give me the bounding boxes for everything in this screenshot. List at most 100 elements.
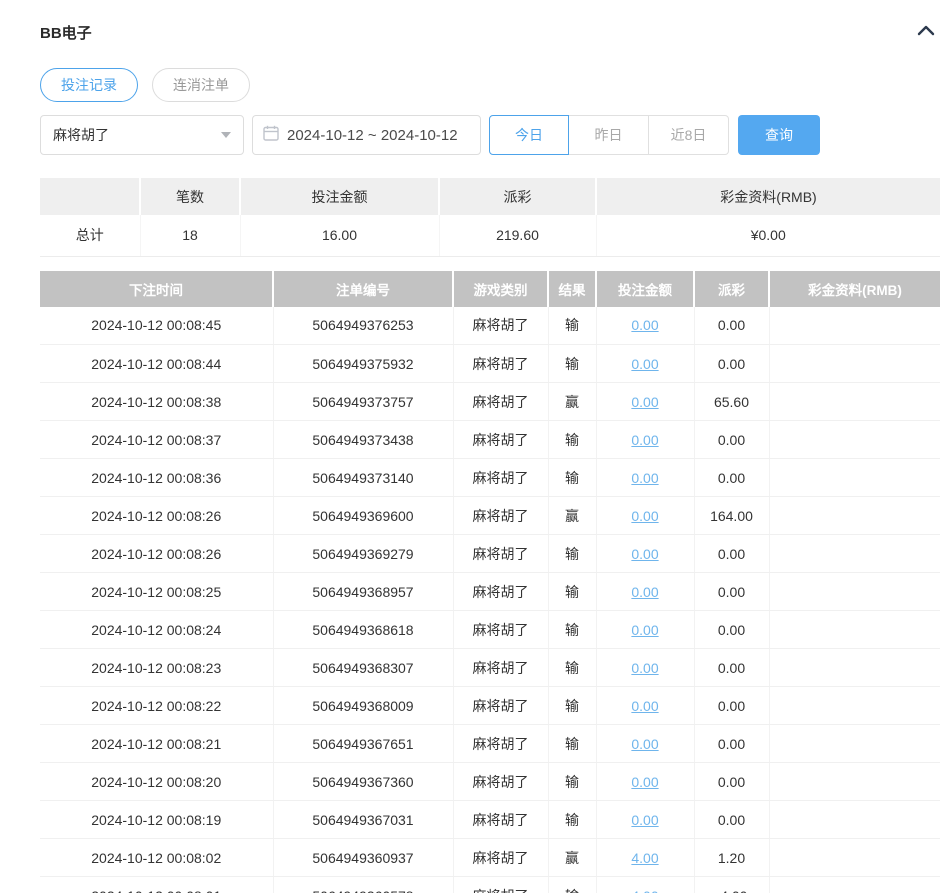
record-payout: -4.00 xyxy=(694,876,770,893)
record-bet-link[interactable]: 0.00 xyxy=(631,584,658,600)
record-time: 2024-10-12 00:08:24 xyxy=(40,610,274,649)
record-bonus xyxy=(769,382,940,421)
record-order-no: 5064949360578 xyxy=(273,876,454,893)
records-header-time: 下注时间 xyxy=(40,270,274,307)
record-bet-link[interactable]: 0.00 xyxy=(631,546,658,562)
record-bet-cell: 0.00 xyxy=(596,458,695,497)
record-order-no: 5064949373438 xyxy=(273,420,454,459)
record-payout: 0.00 xyxy=(694,762,770,801)
date-range-input[interactable]: 2024-10-12 ~ 2024-10-12 xyxy=(252,115,481,155)
records-header-row: 下注时间 注单编号 游戏类别 结果 投注金额 派彩 彩金资料(RMB) xyxy=(40,270,940,307)
summary-header-bet-amount: 投注金额 xyxy=(240,178,440,215)
record-row: 2024-10-12 00:08:21 5064949367651 麻将胡了 输… xyxy=(40,724,940,763)
record-payout: 0.00 xyxy=(694,534,770,573)
record-time: 2024-10-12 00:08:19 xyxy=(40,800,274,839)
record-type-tabs: 投注记录 连消注单 xyxy=(40,68,940,102)
record-row: 2024-10-12 00:08:01 5064949360578 麻将胡了 输… xyxy=(40,876,940,893)
record-bonus xyxy=(769,648,940,687)
record-game: 麻将胡了 xyxy=(453,382,549,421)
record-bet-link[interactable]: 4.00 xyxy=(631,850,658,866)
summary-total-label: 总计 xyxy=(40,215,141,257)
record-time: 2024-10-12 00:08:20 xyxy=(40,762,274,801)
record-row: 2024-10-12 00:08:36 5064949373140 麻将胡了 输… xyxy=(40,458,940,497)
record-time: 2024-10-12 00:08:02 xyxy=(40,838,274,877)
summary-total-row: 总计 18 16.00 219.60 ¥0.00 xyxy=(40,215,940,257)
summary-header-blank xyxy=(40,178,141,215)
record-bonus xyxy=(769,496,940,535)
range-today-button[interactable]: 今日 xyxy=(489,115,569,155)
record-bet-link[interactable]: 0.00 xyxy=(631,660,658,676)
record-order-no: 5064949360937 xyxy=(273,838,454,877)
record-bet-link[interactable]: 0.00 xyxy=(631,736,658,752)
record-bet-link[interactable]: 4.00 xyxy=(631,888,658,893)
record-time: 2024-10-12 00:08:21 xyxy=(40,724,274,763)
record-game: 麻将胡了 xyxy=(453,762,549,801)
record-order-no: 5064949368307 xyxy=(273,648,454,687)
record-order-no: 5064949369600 xyxy=(273,496,454,535)
record-bet-cell: 0.00 xyxy=(596,724,695,763)
record-order-no: 5064949373757 xyxy=(273,382,454,421)
record-bet-link[interactable]: 0.00 xyxy=(631,508,658,524)
summary-table: 笔数 投注金额 派彩 彩金资料(RMB) 总计 18 16.00 219.60 … xyxy=(40,178,940,257)
query-button[interactable]: 查询 xyxy=(738,115,820,155)
range-last8days-button[interactable]: 近8日 xyxy=(649,115,729,155)
tab-bet-records[interactable]: 投注记录 xyxy=(40,68,138,102)
collapse-panel-button[interactable] xyxy=(914,20,938,44)
record-result: 赢 xyxy=(548,382,597,421)
record-order-no: 5064949376253 xyxy=(273,306,454,345)
record-bonus xyxy=(769,420,940,459)
record-bet-link[interactable]: 0.00 xyxy=(631,394,658,410)
chevron-up-icon xyxy=(917,23,935,41)
range-today-label: 今日 xyxy=(515,127,543,143)
record-game: 麻将胡了 xyxy=(453,306,549,345)
record-bet-link[interactable]: 0.00 xyxy=(631,432,658,448)
record-game: 麻将胡了 xyxy=(453,724,549,763)
record-time: 2024-10-12 00:08:23 xyxy=(40,648,274,687)
panel-title: BB电子 xyxy=(40,24,92,42)
record-row: 2024-10-12 00:08:02 5064949360937 麻将胡了 赢… xyxy=(40,838,940,877)
record-bet-link[interactable]: 0.00 xyxy=(631,470,658,486)
record-order-no: 5064949367031 xyxy=(273,800,454,839)
records-header-bet: 投注金额 xyxy=(596,270,695,307)
records-header-order-no: 注单编号 xyxy=(273,270,454,307)
record-bet-link[interactable]: 0.00 xyxy=(631,774,658,790)
record-payout: 65.60 xyxy=(694,382,770,421)
record-bet-link[interactable]: 0.00 xyxy=(631,698,658,714)
panel-header: BB电子 xyxy=(40,0,940,44)
record-result: 输 xyxy=(548,534,597,573)
records-header-payout: 派彩 xyxy=(694,270,770,307)
record-row: 2024-10-12 00:08:20 5064949367360 麻将胡了 输… xyxy=(40,762,940,801)
record-row: 2024-10-12 00:08:38 5064949373757 麻将胡了 赢… xyxy=(40,382,940,421)
summary-header-bonus: 彩金资料(RMB) xyxy=(596,178,940,215)
record-time: 2024-10-12 00:08:01 xyxy=(40,876,274,893)
record-bet-cell: 0.00 xyxy=(596,762,695,801)
record-bonus xyxy=(769,686,940,725)
record-result: 输 xyxy=(548,762,597,801)
record-bet-cell: 0.00 xyxy=(596,648,695,687)
record-result: 输 xyxy=(548,458,597,497)
record-result: 输 xyxy=(548,420,597,459)
game-select[interactable]: 麻将胡了 xyxy=(40,115,244,155)
chevron-down-icon xyxy=(221,132,231,138)
record-game: 麻将胡了 xyxy=(453,496,549,535)
range-last8days-label: 近8日 xyxy=(670,127,707,143)
record-game: 麻将胡了 xyxy=(453,800,549,839)
record-bet-cell: 0.00 xyxy=(596,534,695,573)
record-payout: 0.00 xyxy=(694,572,770,611)
tab-cancelled-orders[interactable]: 连消注单 xyxy=(152,68,250,102)
record-bet-link[interactable]: 0.00 xyxy=(631,622,658,638)
record-bet-link[interactable]: 0.00 xyxy=(631,317,658,333)
record-bonus xyxy=(769,534,940,573)
record-bet-link[interactable]: 0.00 xyxy=(631,812,658,828)
record-result: 输 xyxy=(548,572,597,611)
record-row: 2024-10-12 00:08:26 5064949369279 麻将胡了 输… xyxy=(40,534,940,573)
record-row: 2024-10-12 00:08:19 5064949367031 麻将胡了 输… xyxy=(40,800,940,839)
record-result: 输 xyxy=(548,686,597,725)
range-yesterday-button[interactable]: 昨日 xyxy=(569,115,649,155)
record-order-no: 5064949368009 xyxy=(273,686,454,725)
record-result: 赢 xyxy=(548,838,597,877)
record-row: 2024-10-12 00:08:44 5064949375932 麻将胡了 输… xyxy=(40,344,940,383)
record-bet-link[interactable]: 0.00 xyxy=(631,356,658,372)
record-game: 麻将胡了 xyxy=(453,572,549,611)
record-row: 2024-10-12 00:08:23 5064949368307 麻将胡了 输… xyxy=(40,648,940,687)
